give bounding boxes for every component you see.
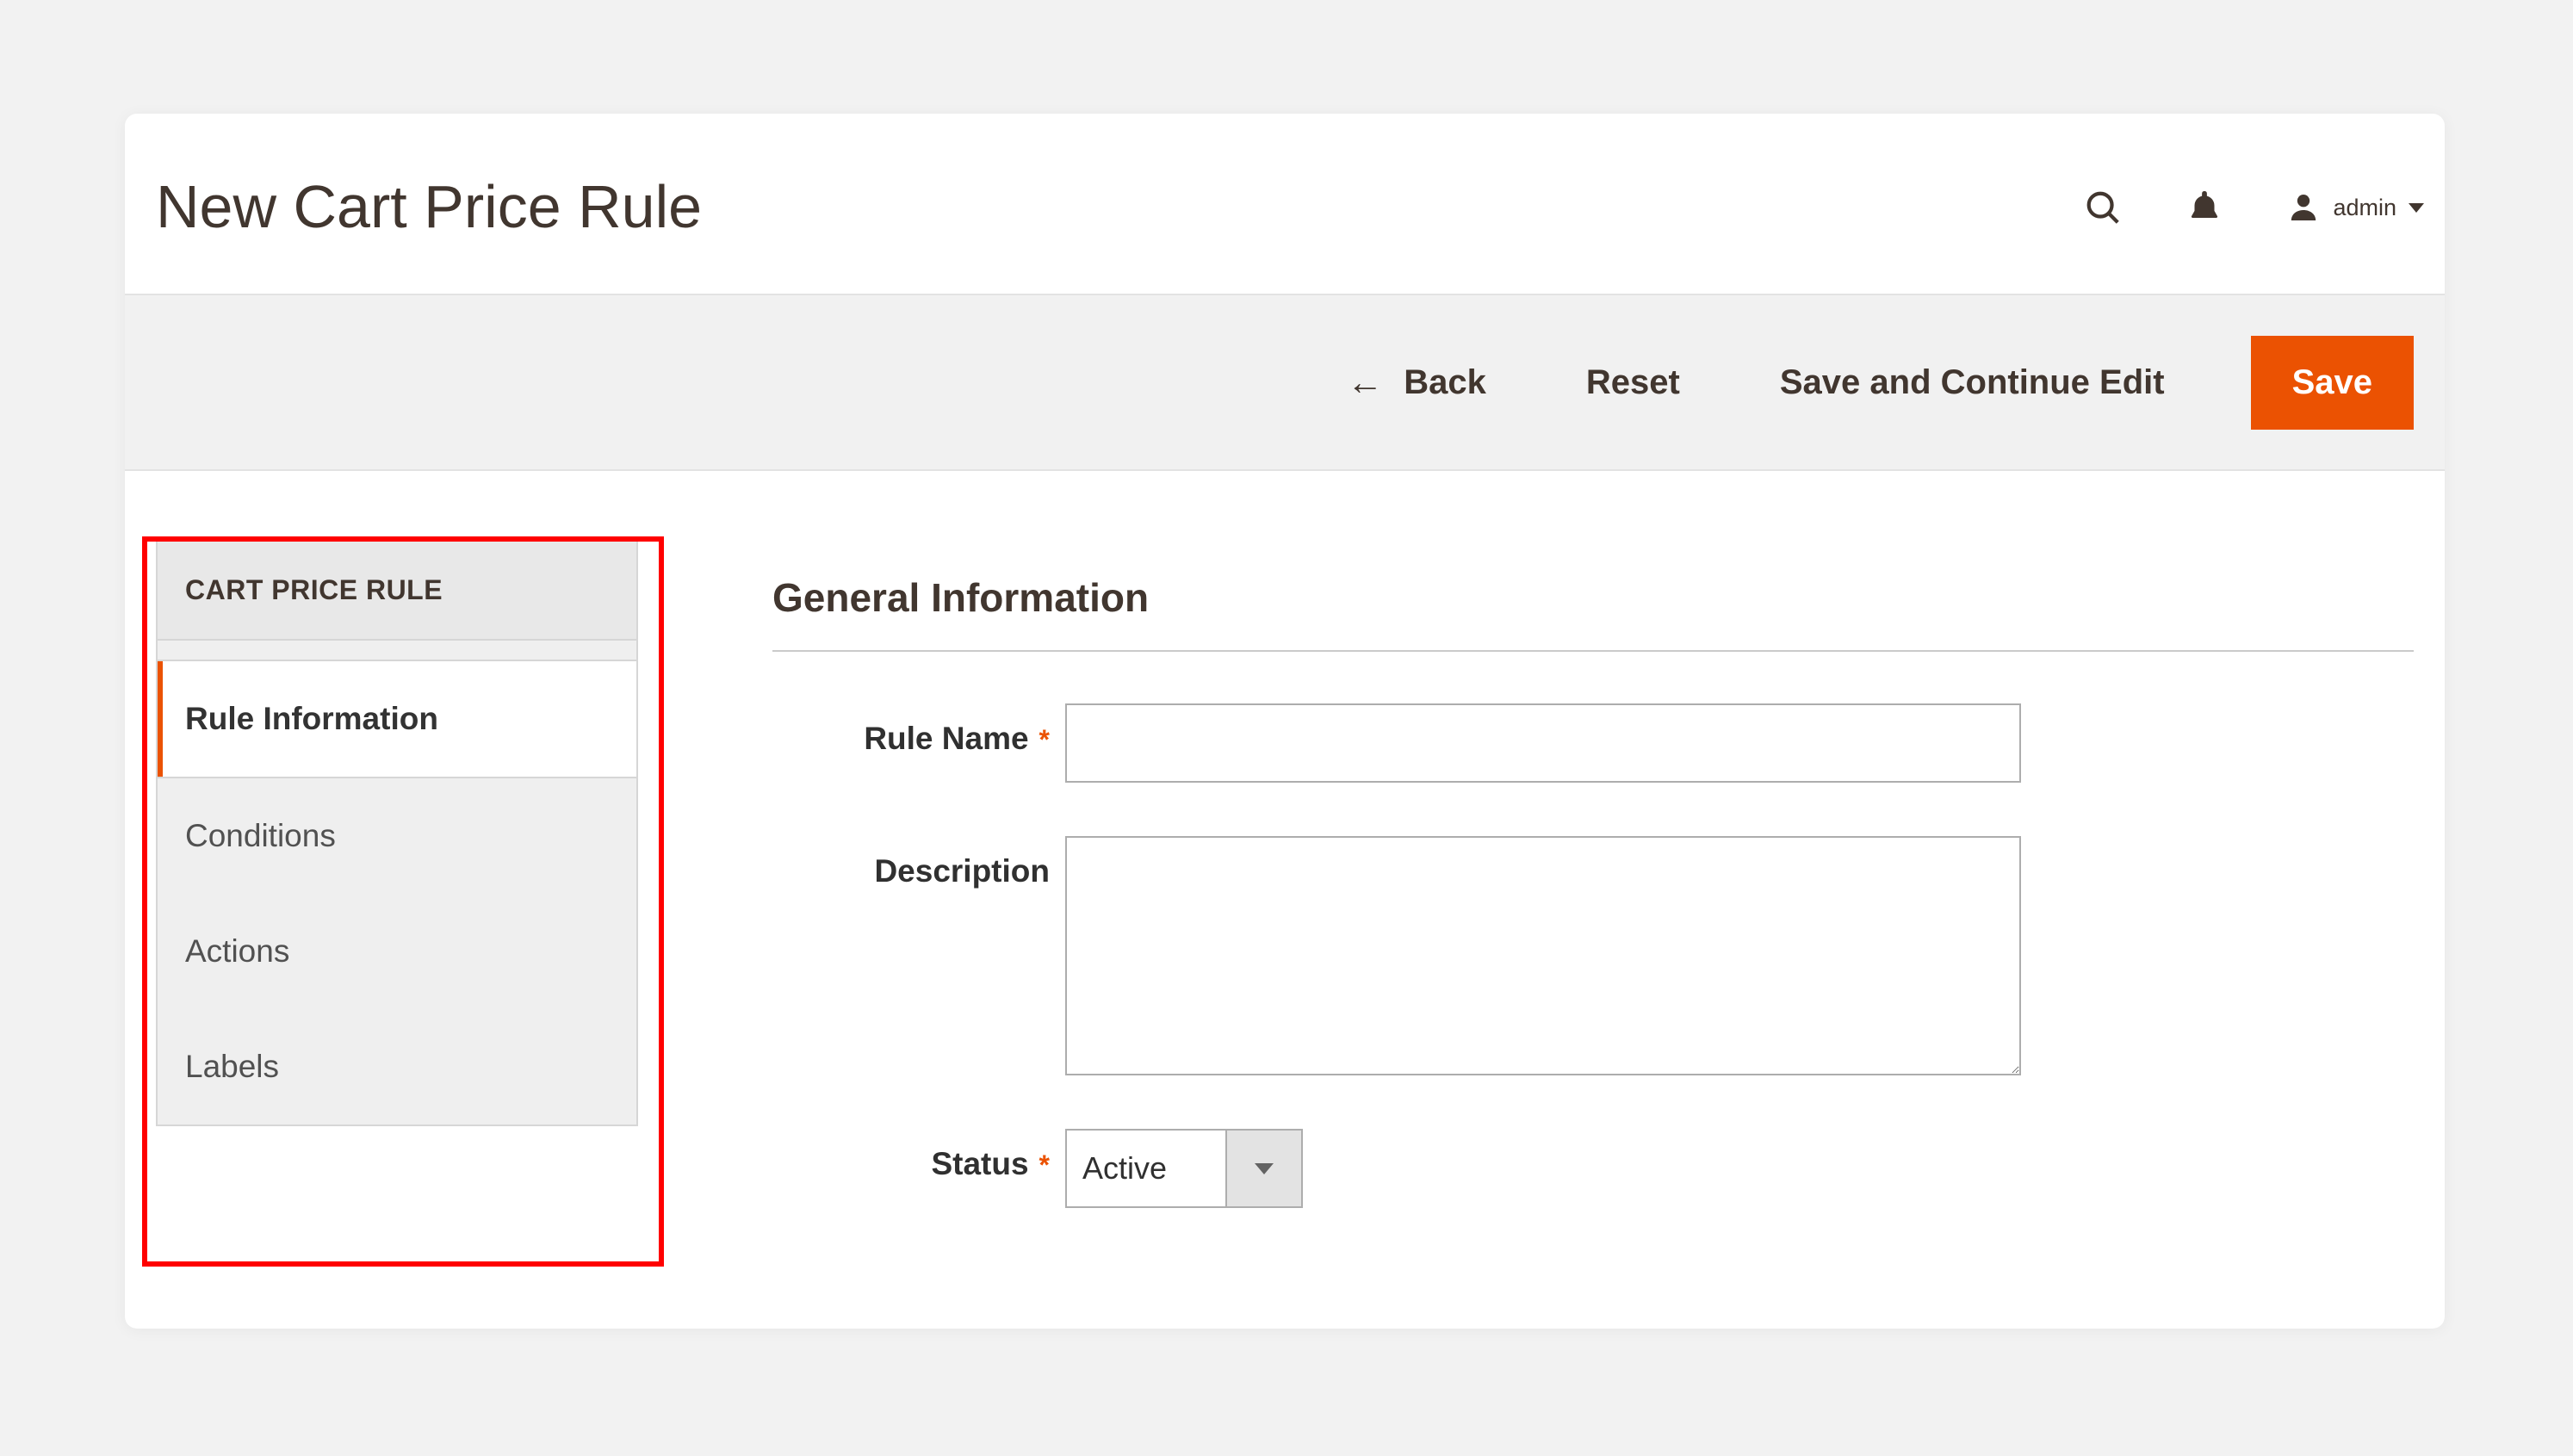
sidebar-container: CART PRICE RULE Rule Information Conditi… <box>156 540 669 1261</box>
sidebar-item-label: Labels <box>185 1049 279 1084</box>
account-menu[interactable]: admin <box>2286 190 2424 225</box>
status-value: Active <box>1067 1131 1225 1206</box>
user-icon <box>2286 190 2321 225</box>
chevron-down-icon <box>2409 203 2424 213</box>
action-bar: ← Back Reset Save and Continue Edit Save <box>125 294 2445 471</box>
reset-label: Reset <box>1586 363 1680 402</box>
page-header: New Cart Price Rule <box>125 114 2445 294</box>
user-label: admin <box>2333 195 2396 221</box>
field-status: Status * Active <box>772 1129 2414 1208</box>
rule-name-input[interactable] <box>1065 703 2021 783</box>
sidebar-item-labels[interactable]: Labels <box>158 1009 636 1125</box>
status-select[interactable]: Active <box>1065 1129 1303 1208</box>
field-description: Description <box>772 836 2414 1075</box>
save-button[interactable]: Save <box>2251 336 2414 430</box>
page-title: New Cart Price Rule <box>156 172 702 241</box>
admin-panel: New Cart Price Rule <box>125 114 2445 1329</box>
sidebar-title: CART PRICE RULE <box>158 542 636 641</box>
field-rule-name: Rule Name * <box>772 703 2414 783</box>
status-dropdown-handle[interactable] <box>1225 1131 1301 1206</box>
description-input[interactable] <box>1065 836 2021 1075</box>
status-label: Status <box>931 1146 1028 1182</box>
arrow-left-icon: ← <box>1347 362 1383 403</box>
section-title: General Information <box>772 574 2414 652</box>
status-label-cell: Status * <box>772 1129 1065 1182</box>
rule-name-label-cell: Rule Name * <box>772 703 1065 757</box>
search-icon[interactable] <box>2083 188 2123 227</box>
sidebar-item-label: Rule Information <box>185 701 438 736</box>
description-label: Description <box>874 853 1050 889</box>
required-star: * <box>1039 724 1050 756</box>
back-button[interactable]: ← Back <box>1333 341 1500 424</box>
sidebar-item-conditions[interactable]: Conditions <box>158 778 636 894</box>
rule-name-label: Rule Name <box>864 721 1028 757</box>
form-area: General Information Rule Name * Descript… <box>772 540 2414 1261</box>
save-continue-button[interactable]: Save and Continue Edit <box>1766 343 2179 423</box>
reset-button[interactable]: Reset <box>1572 343 1694 423</box>
chevron-down-icon <box>1255 1163 1274 1174</box>
sidebar-item-label: Conditions <box>185 818 336 853</box>
description-label-cell: Description <box>772 836 1065 889</box>
content-body: CART PRICE RULE Rule Information Conditi… <box>125 471 2445 1261</box>
sidebar-item-rule-information[interactable]: Rule Information <box>158 661 636 778</box>
notifications-icon[interactable] <box>2185 188 2224 227</box>
sidebar-divider <box>158 641 636 661</box>
header-actions: admin <box>2083 188 2424 227</box>
sidebar-item-actions[interactable]: Actions <box>158 894 636 1009</box>
required-star: * <box>1039 1149 1050 1181</box>
sidebar-item-label: Actions <box>185 933 289 969</box>
sidebar-nav: CART PRICE RULE Rule Information Conditi… <box>156 540 638 1126</box>
back-label: Back <box>1404 363 1486 402</box>
save-continue-label: Save and Continue Edit <box>1780 363 2165 402</box>
